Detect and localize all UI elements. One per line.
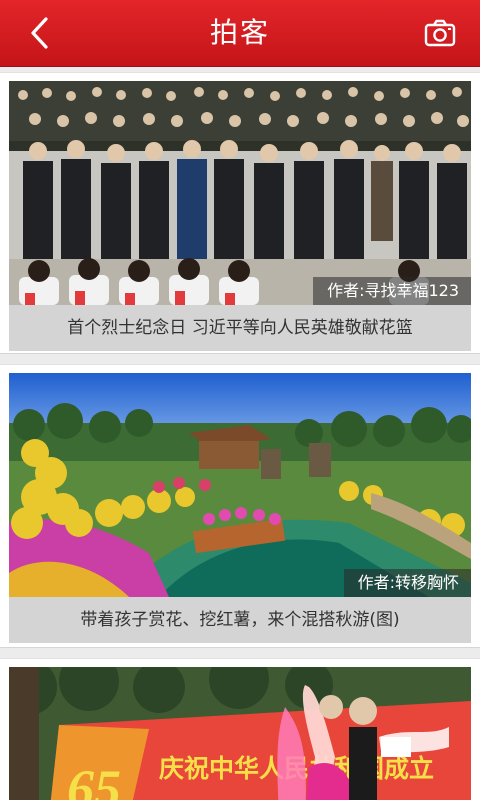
feed-photo[interactable]: 作者:寻找幸福123 — [9, 81, 471, 305]
dance-performance-photo: 65 庆祝中华人民共和国成立 — [9, 667, 471, 800]
feed-photo[interactable]: 65 庆祝中华人民共和国成立 — [9, 667, 471, 800]
camera-button[interactable] — [424, 18, 456, 48]
author-label: 作者:转移胸怀 — [343, 569, 471, 597]
flower-garden-photo — [9, 373, 471, 597]
feed-photo[interactable]: 作者:转移胸怀 — [9, 373, 471, 597]
page-title: 拍客 — [209, 16, 270, 49]
banner-number: 65 — [67, 759, 121, 800]
feed-card[interactable]: 作者:寻找幸福123 首个烈士纪念日 习近平等向人民英雄敬献花篮 — [0, 72, 480, 354]
feed-card[interactable]: 作者:转移胸怀 带着孩子赏花、挖红薯，来个混搭秋游(图) — [0, 364, 480, 648]
photo-caption[interactable]: 带着孩子赏花、挖红薯，来个混搭秋游(图) — [9, 597, 471, 643]
app-header: 拍客 — [0, 0, 480, 67]
photo-caption[interactable]: 首个烈士纪念日 习近平等向人民英雄敬献花篮 — [9, 305, 471, 351]
feed-card[interactable]: 65 庆祝中华人民共和国成立 — [0, 658, 480, 800]
author-label: 作者:寻找幸福123 — [313, 277, 471, 305]
photo-feed[interactable]: 作者:寻找幸福123 首个烈士纪念日 习近平等向人民英雄敬献花篮 作者:转移胸怀… — [0, 66, 480, 800]
camera-icon — [424, 19, 456, 47]
ceremony-photo — [9, 81, 471, 305]
